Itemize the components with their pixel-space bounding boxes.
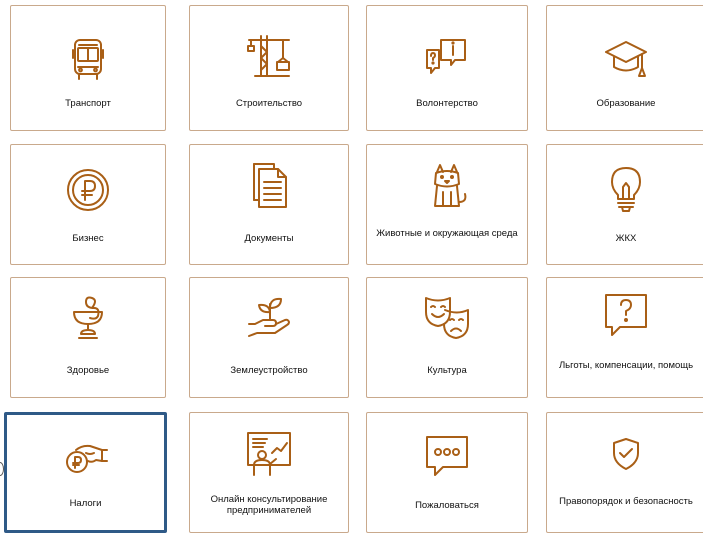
tile-benefits[interactable]: Льготы, компенсации, помощь <box>546 277 703 398</box>
tile-label: Документы <box>244 233 294 244</box>
tile-housing-utilities[interactable]: ЖКХ <box>546 144 703 265</box>
bus-icon <box>11 36 165 84</box>
tile-label: Льготы, компенсации, помощь <box>558 360 694 371</box>
tile-label: Строительство <box>235 98 303 109</box>
hand-sprout-icon <box>190 294 348 342</box>
tile-label: Транспорт <box>65 98 111 109</box>
tile-label: Бизнес <box>72 233 104 244</box>
ellipsis-bubble-icon <box>367 431 527 479</box>
tile-complain[interactable]: Пожаловаться <box>366 412 528 533</box>
tile-law-order[interactable]: Правопорядок и безопасность <box>546 412 703 533</box>
tile-volunteering[interactable]: Волонтерство <box>366 5 528 131</box>
tile-label: Культура <box>427 365 467 376</box>
tile-label: Землеустройство <box>230 365 308 376</box>
tile-online-consulting[interactable]: Онлайн консультирование предпринимателей <box>189 412 349 533</box>
tile-label: Онлайн консультирование предпринимателей <box>210 494 328 516</box>
tile-label: Животные и окружающая среда <box>376 228 518 239</box>
hand-ruble-coin-icon <box>7 433 164 481</box>
shield-check-icon <box>547 431 703 479</box>
tile-business[interactable]: Бизнес <box>10 144 166 265</box>
tile-label: Образование <box>596 98 656 109</box>
bowl-of-hygieia-icon <box>11 294 165 342</box>
tile-land-management[interactable]: Землеустройство <box>189 277 349 398</box>
tile-culture[interactable]: Культура <box>366 277 528 398</box>
tile-animals-environment[interactable]: Животные и окружающая среда <box>366 144 528 265</box>
tile-label: Пожаловаться <box>415 500 479 511</box>
tile-health[interactable]: Здоровье <box>10 277 166 398</box>
presenter-board-icon <box>190 429 348 477</box>
tile-label: Волонтерство <box>416 98 478 109</box>
dog-icon <box>367 162 527 210</box>
light-bulb-icon <box>547 165 703 213</box>
tile-education[interactable]: Образование <box>546 5 703 131</box>
question-bubble-icon <box>547 291 703 339</box>
tile-label: Правопорядок и безопасность <box>559 496 693 507</box>
tile-taxes[interactable]: Налоги <box>4 412 167 533</box>
documents-icon <box>190 161 348 209</box>
crane-icon <box>190 32 348 80</box>
tile-construction[interactable]: Строительство <box>189 5 349 131</box>
tile-label: ЖКХ <box>615 233 637 244</box>
tile-label: Здоровье <box>66 365 110 376</box>
ruble-coin-icon <box>11 166 165 214</box>
theater-masks-icon <box>367 294 527 342</box>
chat-question-info-icon <box>367 32 527 80</box>
graduation-cap-icon <box>547 36 703 84</box>
tile-documents[interactable]: Документы <box>189 144 349 265</box>
tile-transport[interactable]: Транспорт <box>10 5 166 131</box>
tile-label: Налоги <box>69 498 102 509</box>
